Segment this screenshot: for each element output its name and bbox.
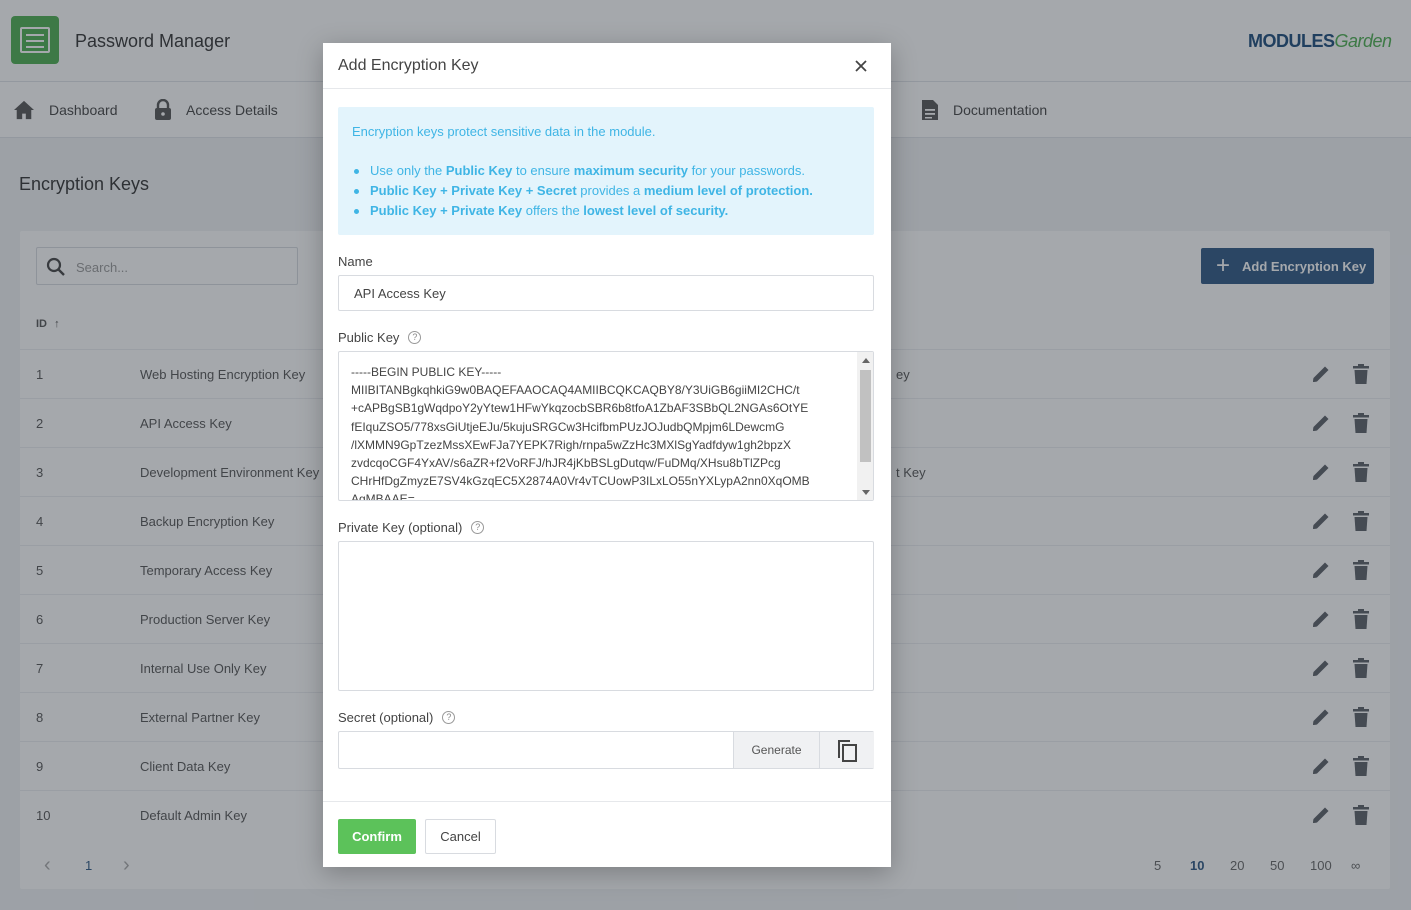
secret-label-row: Secret (optional) ?	[338, 710, 456, 725]
generate-button[interactable]: Generate	[733, 732, 819, 768]
confirm-button[interactable]: Confirm	[338, 819, 416, 854]
private-key-label-row: Private Key (optional) ?	[338, 520, 485, 535]
help-icon[interactable]: ?	[442, 711, 456, 724]
copy-button[interactable]	[819, 732, 874, 768]
cancel-button[interactable]: Cancel	[425, 819, 496, 854]
info-text: provides a	[576, 183, 644, 198]
copy-icon	[838, 740, 857, 762]
info-text: for your passwords.	[687, 163, 805, 178]
info-text: to ensure	[512, 163, 574, 178]
name-label: Name	[338, 254, 373, 269]
info-text: offers the	[522, 203, 584, 218]
add-encryption-key-modal: Add Encryption Key Encryption keys prote…	[323, 43, 891, 867]
info-text: Use only the	[370, 163, 446, 178]
scrollbar-thumb[interactable]	[860, 370, 871, 462]
name-field-value: API Access Key	[354, 286, 446, 301]
scroll-down-icon[interactable]	[862, 490, 870, 495]
info-alert-item: Public Key + Private Key + Secret provid…	[352, 183, 813, 203]
close-icon[interactable]	[853, 58, 869, 74]
info-text-bold: Public Key + Private Key + Secret	[370, 183, 577, 198]
modal-title: Add Encryption Key	[338, 57, 479, 74]
name-field[interactable]: API Access Key	[338, 275, 874, 311]
private-key-textarea[interactable]	[338, 541, 874, 691]
public-key-label: Public Key	[338, 330, 400, 345]
info-alert-item: Use only the Public Key to ensure maximu…	[352, 163, 813, 183]
public-key-textarea[interactable]: -----BEGIN PUBLIC KEY----- MIIBITANBgkqh…	[338, 351, 874, 501]
modal-header: Add Encryption Key	[323, 43, 891, 89]
info-text-bold: medium level of protection.	[643, 183, 813, 198]
info-alert: Encryption keys protect sensitive data i…	[338, 107, 874, 235]
info-text-bold: lowest level of security.	[583, 203, 729, 218]
secret-field[interactable]: Generate	[338, 731, 874, 769]
public-key-value: -----BEGIN PUBLIC KEY----- MIIBITANBgkqh…	[351, 365, 810, 501]
private-key-label: Private Key (optional)	[338, 520, 463, 535]
info-alert-list: Use only the Public Key to ensure maximu…	[352, 163, 813, 223]
info-text-bold: maximum security	[573, 163, 688, 178]
secret-label: Secret (optional)	[338, 710, 434, 725]
help-icon[interactable]: ?	[408, 331, 422, 344]
info-alert-item: Public Key + Private Key offers the lowe…	[352, 203, 813, 223]
info-text-bold: Public Key	[445, 163, 513, 178]
info-alert-intro: Encryption keys protect sensitive data i…	[352, 124, 656, 139]
public-key-label-row: Public Key ?	[338, 330, 422, 345]
info-text-bold: Public Key + Private Key	[370, 203, 523, 218]
modal-footer: Confirm Cancel	[323, 801, 891, 867]
help-icon[interactable]: ?	[471, 521, 485, 534]
scroll-up-icon[interactable]	[862, 358, 870, 363]
public-key-scrollbar[interactable]	[857, 352, 873, 500]
